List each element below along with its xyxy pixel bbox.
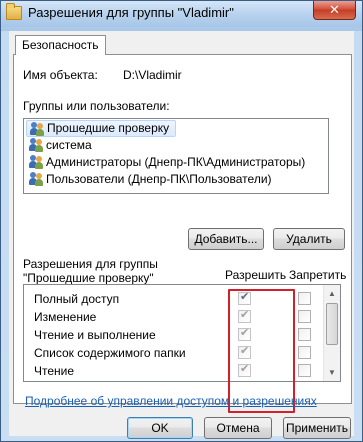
cancel-button[interactable]: Отмена: [204, 417, 272, 439]
add-button[interactable]: Добавить...: [188, 228, 264, 250]
permissions-dialog: Разрешения для группы "Vladimir" ✕ Безоп…: [0, 0, 363, 442]
permission-name: Список содержимого папки: [34, 346, 186, 360]
permission-name: Изменение: [34, 310, 97, 324]
object-name-value: D:\Vladimir: [123, 68, 182, 82]
ok-button[interactable]: OK: [127, 417, 193, 439]
groups-label: Группы или пользователи:: [23, 99, 170, 113]
deny-column-header: Запретить: [289, 268, 347, 282]
deny-checkbox[interactable]: [298, 364, 311, 377]
list-item[interactable]: Пользователи (Днепр-ПК\Пользователи): [26, 171, 272, 188]
folder-icon: [6, 3, 22, 20]
close-button[interactable]: ✕: [313, 1, 356, 20]
scroll-down-icon[interactable]: ▼: [324, 364, 340, 381]
help-link[interactable]: Подробнее об управлении доступом и разре…: [25, 394, 317, 408]
title-bar[interactable]: Разрешения для группы "Vladimir" ✕: [1, 1, 362, 27]
allow-column-header: Разрешить: [225, 268, 287, 282]
list-item-label: Прошедшие проверку: [47, 121, 170, 135]
deny-checkbox[interactable]: [298, 292, 311, 305]
users-icon: [29, 172, 44, 186]
permission-name: Чтение и выполнение: [34, 328, 156, 342]
groups-listbox[interactable]: Прошедшие проверку система Администратор…: [23, 118, 329, 194]
object-name-label: Имя объекта:: [23, 68, 98, 82]
list-item-label: система: [46, 138, 92, 152]
list-item[interactable]: система: [26, 137, 92, 154]
users-icon: [29, 155, 44, 169]
users-icon: [29, 138, 44, 152]
window-title: Разрешения для группы "Vladimir": [28, 5, 234, 20]
dialog-client-area: Безопасность Имя объекта: D:\Vladimir Гр…: [9, 31, 354, 439]
permission-name: Полный доступ: [34, 292, 120, 306]
permissions-title-line1: Разрешения для группы: [23, 257, 158, 271]
scroll-up-icon[interactable]: ▲: [324, 285, 340, 302]
remove-button[interactable]: Удалить: [273, 228, 345, 250]
deny-checkbox[interactable]: [298, 328, 311, 341]
scrollbar-thumb[interactable]: [326, 303, 338, 345]
list-item-label: Пользователи (Днепр-ПК\Пользователи): [46, 172, 272, 186]
list-item[interactable]: Прошедшие проверку: [26, 120, 176, 137]
deny-checkbox[interactable]: [298, 310, 311, 323]
list-item[interactable]: Администраторы (Днепр-ПК\Администраторы): [26, 154, 305, 171]
tab-security[interactable]: Безопасность: [15, 35, 106, 55]
permission-name: Чтение: [34, 364, 75, 378]
list-item-label: Администраторы (Днепр-ПК\Администраторы): [46, 155, 306, 169]
permissions-title-line2: "Прошедшие проверку": [23, 271, 154, 285]
permissions-scrollbar[interactable]: ▲ ▼: [323, 285, 340, 381]
users-icon: [30, 122, 45, 136]
deny-checkbox[interactable]: [298, 346, 311, 359]
apply-button[interactable]: Применить: [283, 417, 351, 439]
